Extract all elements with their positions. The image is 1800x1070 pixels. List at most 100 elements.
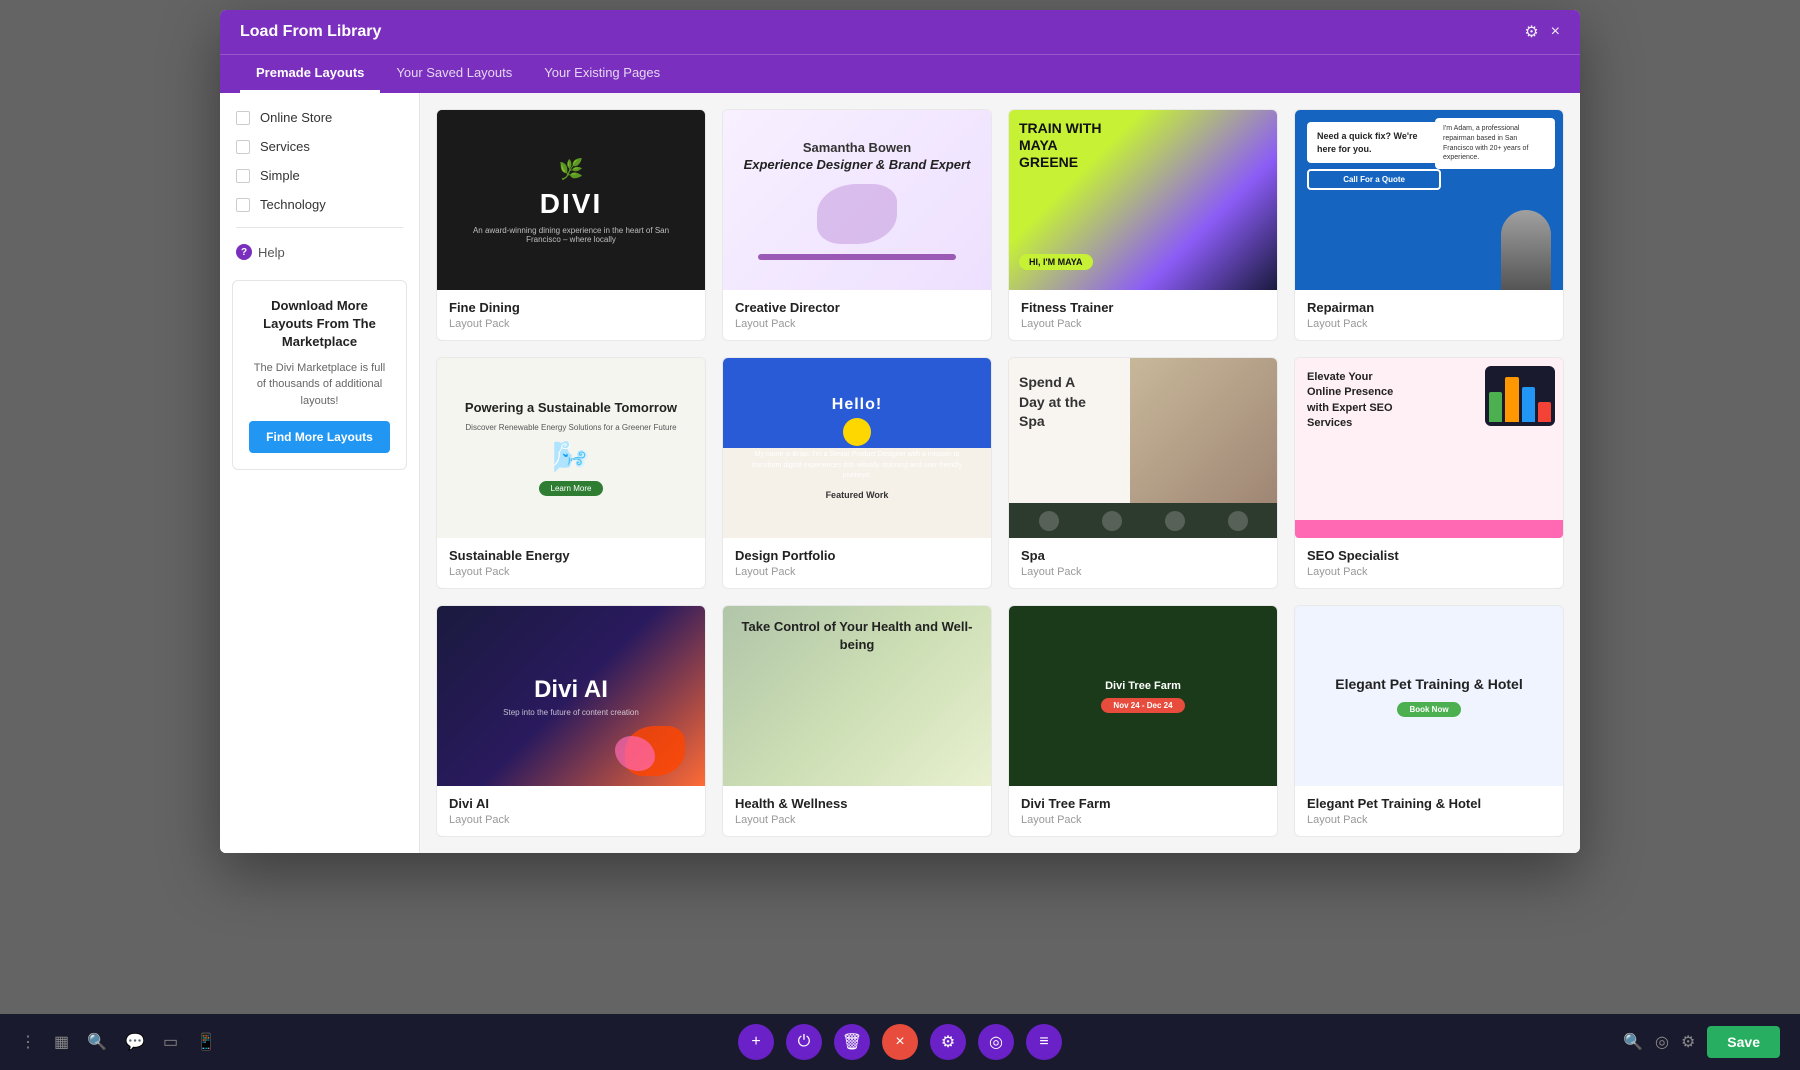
sidebar-item-simple[interactable]: Simple: [220, 161, 419, 190]
layout-thumb-sustainable-energy: Powering a Sustainable Tomorrow Discover…: [437, 358, 705, 538]
modal-body: Online Store Services Simple Technology …: [220, 93, 1580, 853]
layout-card-type: Layout Pack: [1021, 566, 1265, 578]
layout-thumb-divi-ai: Divi AI Step into the future of content …: [437, 606, 705, 786]
tab-premade-layouts[interactable]: Premade Layouts: [240, 55, 380, 93]
layout-card-info-seo-specialist: SEO Specialist Layout Pack: [1295, 538, 1563, 588]
toolbar-dots-icon[interactable]: ⋮: [20, 1032, 36, 1052]
tab-existing-pages[interactable]: Your Existing Pages: [528, 55, 676, 93]
layout-thumb-seo-specialist: Elevate YourOnline Presencewith Expert S…: [1295, 358, 1563, 538]
toolbar-settings-button[interactable]: ⚙: [930, 1024, 966, 1060]
layout-card-tree-farm[interactable]: Divi Tree Farm Nov 24 - Dec 24 Divi Tree…: [1008, 605, 1278, 837]
toolbar-right-circle-icon[interactable]: ◎: [1655, 1032, 1669, 1052]
modal-close-button[interactable]: ×: [1551, 23, 1560, 41]
layout-card-info-spa: Spa Layout Pack: [1009, 538, 1277, 588]
layout-card-info-design-portfolio: Design Portfolio Layout Pack: [723, 538, 991, 588]
seo-pink-bar: [1295, 520, 1563, 538]
spa-bottom-item: [1165, 511, 1185, 531]
layout-card-name: Divi AI: [449, 796, 693, 811]
toolbar-grid-icon[interactable]: ▦: [54, 1032, 69, 1052]
layout-card-pet-hotel[interactable]: Elegant Pet Training & Hotel Book Now El…: [1294, 605, 1564, 837]
layout-card-seo-specialist[interactable]: Elevate YourOnline Presencewith Expert S…: [1294, 357, 1564, 589]
spa-bottom-item: [1102, 511, 1122, 531]
purple-bar: [758, 254, 956, 260]
seo-chart: [1485, 366, 1555, 426]
toolbar-center: + ⏻ 🗑 × ⚙ ◎ ≡: [738, 1024, 1062, 1060]
toolbar-bars-button[interactable]: ≡: [1026, 1024, 1062, 1060]
blob-shape: [817, 184, 897, 244]
layout-card-fine-dining[interactable]: 🌿 DIVI An award-winning dining experienc…: [436, 109, 706, 341]
layout-thumb-creative-director: Samantha BowenExperience Designer & Bran…: [723, 110, 991, 290]
layout-card-info-repairman: Repairman Layout Pack: [1295, 290, 1563, 340]
sidebar-checkbox-online-store[interactable]: [236, 111, 250, 125]
modal-header: Load From Library ⚙ ×: [220, 10, 1580, 54]
layout-card-health[interactable]: Take Control of Your Health and Well-bei…: [722, 605, 992, 837]
sidebar-checkbox-services[interactable]: [236, 140, 250, 154]
toolbar-chat-icon[interactable]: 💬: [125, 1032, 145, 1052]
sidebar-item-technology[interactable]: Technology: [220, 190, 419, 219]
layout-card-sustainable-energy[interactable]: Powering a Sustainable Tomorrow Discover…: [436, 357, 706, 589]
save-button[interactable]: Save: [1707, 1026, 1780, 1058]
tab-saved-layouts[interactable]: Your Saved Layouts: [380, 55, 528, 93]
modal-settings-button[interactable]: ⚙: [1524, 22, 1538, 42]
tree-trees-decoration: [1009, 706, 1277, 786]
layout-card-type: Layout Pack: [1307, 318, 1551, 330]
layout-card-name: Spa: [1021, 548, 1265, 563]
toolbar-left: ⋮ ▦ 🔍 💬 ▭ 📱: [20, 1032, 216, 1052]
layout-card-name: Fine Dining: [449, 300, 693, 315]
layout-card-name: SEO Specialist: [1307, 548, 1551, 563]
toolbar-power-button[interactable]: ⏻: [786, 1024, 822, 1060]
layout-card-fitness-trainer[interactable]: TRAIN WITHMAYAGREENE HI, I'M MAYA Fitnes…: [1008, 109, 1278, 341]
layout-thumb-fine-dining: 🌿 DIVI An award-winning dining experienc…: [437, 110, 705, 290]
find-layouts-button[interactable]: Find More Layouts: [249, 421, 390, 453]
sidebar-help[interactable]: ? Help: [220, 236, 419, 268]
layout-card-divi-ai[interactable]: Divi AI Step into the future of content …: [436, 605, 706, 837]
toolbar-right-settings-icon[interactable]: ⚙: [1681, 1032, 1695, 1052]
modal-header-actions: ⚙ ×: [1524, 22, 1560, 42]
layout-card-type: Layout Pack: [449, 318, 693, 330]
layout-card-type: Layout Pack: [735, 566, 979, 578]
layout-card-name: Fitness Trainer: [1021, 300, 1265, 315]
toolbar-right-search-icon[interactable]: 🔍: [1623, 1032, 1643, 1052]
layout-card-type: Layout Pack: [735, 318, 979, 330]
toolbar-add-button[interactable]: +: [738, 1024, 774, 1060]
sidebar-checkbox-simple[interactable]: [236, 169, 250, 183]
layout-card-type: Layout Pack: [1307, 814, 1551, 826]
layout-thumb-fitness-trainer: TRAIN WITHMAYAGREENE HI, I'M MAYA: [1009, 110, 1277, 290]
marketplace-cta-title: Download More Layouts From The Marketpla…: [249, 297, 390, 352]
layout-card-type: Layout Pack: [1021, 814, 1265, 826]
sidebar-item-online-store[interactable]: Online Store: [220, 103, 419, 132]
marketplace-cta-text: The Divi Marketplace is full of thousand…: [249, 360, 390, 410]
sidebar: Online Store Services Simple Technology …: [220, 93, 420, 853]
layout-card-name: Repairman: [1307, 300, 1551, 315]
layout-card-design-portfolio[interactable]: Hello! My name is Brian. I'm a Senior Pr…: [722, 357, 992, 589]
modal-title: Load From Library: [240, 23, 381, 41]
layout-card-info-divi-ai: Divi AI Layout Pack: [437, 786, 705, 836]
layouts-grid: 🌿 DIVI An award-winning dining experienc…: [436, 109, 1564, 837]
toolbar-circle-button[interactable]: ◎: [978, 1024, 1014, 1060]
layout-card-repairman[interactable]: Need a quick fix? We're here for you. Ca…: [1294, 109, 1564, 341]
layout-thumb-design-portfolio: Hello! My name is Brian. I'm a Senior Pr…: [723, 358, 991, 538]
layout-card-info-pet-hotel: Elegant Pet Training & Hotel Layout Pack: [1295, 786, 1563, 836]
content-area: 🌿 DIVI An award-winning dining experienc…: [420, 93, 1580, 853]
toolbar-search-icon[interactable]: 🔍: [87, 1032, 107, 1052]
modal-tabs: Premade Layouts Your Saved Layouts Your …: [220, 54, 1580, 93]
layout-card-spa[interactable]: Spend ADay at theSpa Spa: [1008, 357, 1278, 589]
toolbar-trash-button[interactable]: 🗑: [834, 1024, 870, 1060]
sidebar-checkbox-technology[interactable]: [236, 198, 250, 212]
sidebar-divider: [236, 227, 403, 228]
layout-thumb-repairman: Need a quick fix? We're here for you. Ca…: [1295, 110, 1563, 290]
layout-card-creative-director[interactable]: Samantha BowenExperience Designer & Bran…: [722, 109, 992, 341]
bottom-toolbar: ⋮ ▦ 🔍 💬 ▭ 📱 + ⏻ 🗑 × ⚙ ◎ ≡ 🔍 ◎ ⚙ Save: [0, 1014, 1800, 1070]
toolbar-tablet-icon[interactable]: ▭: [163, 1032, 178, 1052]
leaf-icon: 🌿: [559, 157, 584, 182]
repair-person: [1501, 210, 1551, 290]
layout-thumb-spa: Spend ADay at theSpa: [1009, 358, 1277, 538]
layout-card-info-fine-dining: Fine Dining Layout Pack: [437, 290, 705, 340]
sidebar-item-services[interactable]: Services: [220, 132, 419, 161]
toolbar-close-button[interactable]: ×: [882, 1024, 918, 1060]
layout-thumb-tree-farm: Divi Tree Farm Nov 24 - Dec 24: [1009, 606, 1277, 786]
toolbar-phone-icon[interactable]: 📱: [196, 1032, 216, 1052]
layout-card-info-tree-farm: Divi Tree Farm Layout Pack: [1009, 786, 1277, 836]
layout-card-name: Divi Tree Farm: [1021, 796, 1265, 811]
layout-card-info-creative-director: Creative Director Layout Pack: [723, 290, 991, 340]
